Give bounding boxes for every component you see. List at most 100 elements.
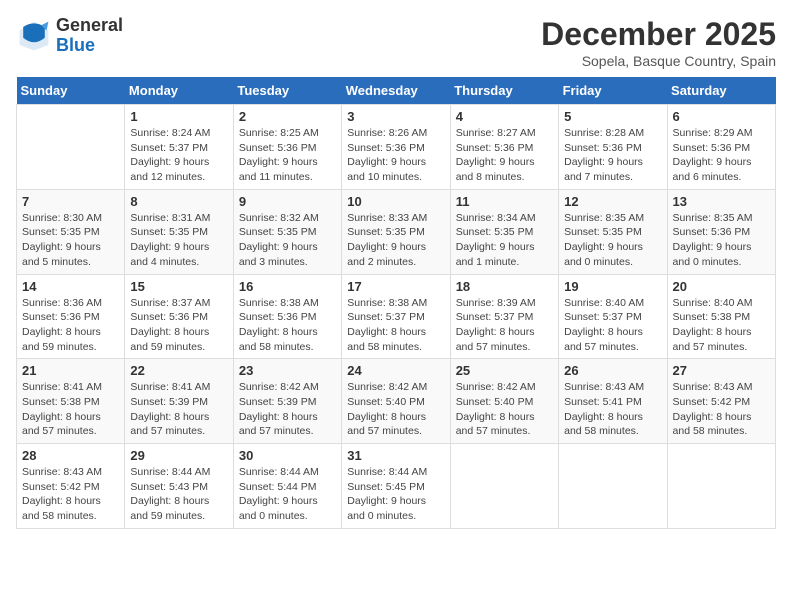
day-info: Sunrise: 8:39 AM Sunset: 5:37 PM Dayligh… [456,296,553,355]
day-number: 9 [239,194,336,209]
header-day-friday: Friday [559,77,667,105]
day-number: 11 [456,194,553,209]
day-info: Sunrise: 8:33 AM Sunset: 5:35 PM Dayligh… [347,211,444,270]
day-number: 25 [456,363,553,378]
day-info: Sunrise: 8:43 AM Sunset: 5:41 PM Dayligh… [564,380,661,439]
header-area: General Blue December 2025 Sopela, Basqu… [16,16,776,69]
calendar-cell: 19Sunrise: 8:40 AM Sunset: 5:37 PM Dayli… [559,274,667,359]
calendar-cell: 4Sunrise: 8:27 AM Sunset: 5:36 PM Daylig… [450,105,558,190]
calendar-cell: 17 Sunrise: 8:38 AM Sunset: 5:37 PM Dayli… [342,274,450,359]
day-info: Sunrise: 8:25 AM Sunset: 5:36 PM Dayligh… [239,126,336,185]
day-info: Sunrise: 8:35 AM Sunset: 5:36 PM Dayligh… [673,211,770,270]
day-number: 28 [22,448,119,463]
day-info: Sunrise: 8:44 AM Sunset: 5:43 PM Dayligh… [130,465,227,524]
calendar-cell: 6 Sunrise: 8:29 AM Sunset: 5:36 PM Daylig… [667,105,775,190]
day-info: Sunrise: 8:32 AM Sunset: 5:35 PM Dayligh… [239,211,336,270]
day-number: 13 [673,194,770,209]
day-info: Sunrise: 8:43 AM Sunset: 5:42 PM Dayligh… [22,465,119,524]
calendar-cell: 21 Sunrise: 8:41 AM Sunset: 5:38 PM Dayli… [17,359,125,444]
day-info: Sunrise: 8:37 AM Sunset: 5:36 PM Dayligh… [130,296,227,355]
calendar-cell: 10 Sunrise: 8:33 AM Sunset: 5:35 PM Dayli… [342,189,450,274]
day-number: 10 [347,194,444,209]
calendar-cell: 12 Sunrise: 8:35 AM Sunset: 5:35 PM Dayli… [559,189,667,274]
day-number: 18 [456,279,553,294]
day-number: 7 [22,194,119,209]
day-info: Sunrise: 8:38 AM Sunset: 5:37 PM Dayligh… [347,296,444,355]
week-row-1: 1Sunrise: 8:24 AM Sunset: 5:37 PM Daylig… [17,105,776,190]
calendar-cell: 29 Sunrise: 8:44 AM Sunset: 5:43 PM Dayli… [125,444,233,529]
header-row: SundayMondayTuesdayWednesdayThursdayFrid… [17,77,776,105]
week-row-5: 28 Sunrise: 8:43 AM Sunset: 5:42 PM Dayli… [17,444,776,529]
month-title: December 2025 [541,16,776,53]
day-number: 3 [347,109,444,124]
week-row-3: 14 Sunrise: 8:36 AM Sunset: 5:36 PM Dayli… [17,274,776,359]
calendar-cell [667,444,775,529]
calendar-cell [559,444,667,529]
day-number: 19 [564,279,661,294]
header-day-thursday: Thursday [450,77,558,105]
day-number: 12 [564,194,661,209]
day-info: Sunrise: 8:30 AM Sunset: 5:35 PM Dayligh… [22,211,119,270]
week-row-4: 21 Sunrise: 8:41 AM Sunset: 5:38 PM Dayli… [17,359,776,444]
day-info: Sunrise: 8:40 AM Sunset: 5:38 PM Dayligh… [673,296,770,355]
day-info: Sunrise: 8:31 AM Sunset: 5:35 PM Dayligh… [130,211,227,270]
calendar-cell: 16 Sunrise: 8:38 AM Sunset: 5:36 PM Dayli… [233,274,341,359]
day-number: 26 [564,363,661,378]
calendar-table: SundayMondayTuesdayWednesdayThursdayFrid… [16,77,776,529]
calendar-cell: 23Sunrise: 8:42 AM Sunset: 5:39 PM Dayli… [233,359,341,444]
logo-icon [16,18,52,54]
calendar-cell: 31 Sunrise: 8:44 AM Sunset: 5:45 PM Dayli… [342,444,450,529]
logo-text: General Blue [56,16,123,56]
day-info: Sunrise: 8:26 AM Sunset: 5:36 PM Dayligh… [347,126,444,185]
day-info: Sunrise: 8:41 AM Sunset: 5:39 PM Dayligh… [130,380,227,439]
calendar-cell: 27Sunrise: 8:43 AM Sunset: 5:42 PM Dayli… [667,359,775,444]
header-day-sunday: Sunday [17,77,125,105]
day-number: 1 [130,109,227,124]
day-number: 15 [130,279,227,294]
day-info: Sunrise: 8:29 AM Sunset: 5:36 PM Dayligh… [673,126,770,185]
day-info: Sunrise: 8:44 AM Sunset: 5:44 PM Dayligh… [239,465,336,524]
calendar-cell: 11Sunrise: 8:34 AM Sunset: 5:35 PM Dayli… [450,189,558,274]
calendar-cell: 18 Sunrise: 8:39 AM Sunset: 5:37 PM Dayli… [450,274,558,359]
day-number: 6 [673,109,770,124]
calendar-cell: 5 Sunrise: 8:28 AM Sunset: 5:36 PM Daylig… [559,105,667,190]
day-number: 20 [673,279,770,294]
day-number: 22 [130,363,227,378]
day-info: Sunrise: 8:27 AM Sunset: 5:36 PM Dayligh… [456,126,553,185]
day-info: Sunrise: 8:42 AM Sunset: 5:40 PM Dayligh… [347,380,444,439]
day-info: Sunrise: 8:41 AM Sunset: 5:38 PM Dayligh… [22,380,119,439]
calendar-cell: 8 Sunrise: 8:31 AM Sunset: 5:35 PM Daylig… [125,189,233,274]
header-day-monday: Monday [125,77,233,105]
calendar-cell: 25 Sunrise: 8:42 AM Sunset: 5:40 PM Dayli… [450,359,558,444]
day-number: 27 [673,363,770,378]
day-number: 14 [22,279,119,294]
day-info: Sunrise: 8:38 AM Sunset: 5:36 PM Dayligh… [239,296,336,355]
calendar-cell: 14 Sunrise: 8:36 AM Sunset: 5:36 PM Dayli… [17,274,125,359]
week-row-2: 7 Sunrise: 8:30 AM Sunset: 5:35 PM Daylig… [17,189,776,274]
day-info: Sunrise: 8:36 AM Sunset: 5:36 PM Dayligh… [22,296,119,355]
calendar-cell: 1Sunrise: 8:24 AM Sunset: 5:37 PM Daylig… [125,105,233,190]
day-info: Sunrise: 8:44 AM Sunset: 5:45 PM Dayligh… [347,465,444,524]
calendar-cell: 15 Sunrise: 8:37 AM Sunset: 5:36 PM Dayli… [125,274,233,359]
title-area: December 2025 Sopela, Basque Country, Sp… [541,16,776,69]
calendar-cell [450,444,558,529]
day-info: Sunrise: 8:28 AM Sunset: 5:36 PM Dayligh… [564,126,661,185]
day-number: 8 [130,194,227,209]
header-day-tuesday: Tuesday [233,77,341,105]
calendar-cell: 7 Sunrise: 8:30 AM Sunset: 5:35 PM Daylig… [17,189,125,274]
day-info: Sunrise: 8:42 AM Sunset: 5:40 PM Dayligh… [456,380,553,439]
day-number: 5 [564,109,661,124]
day-number: 31 [347,448,444,463]
calendar-cell: 22 Sunrise: 8:41 AM Sunset: 5:39 PM Dayli… [125,359,233,444]
day-info: Sunrise: 8:35 AM Sunset: 5:35 PM Dayligh… [564,211,661,270]
day-number: 17 [347,279,444,294]
calendar-cell: 30Sunrise: 8:44 AM Sunset: 5:44 PM Dayli… [233,444,341,529]
calendar-cell [17,105,125,190]
calendar-cell: 13 Sunrise: 8:35 AM Sunset: 5:36 PM Dayli… [667,189,775,274]
day-number: 16 [239,279,336,294]
logo: General Blue [16,16,123,56]
day-number: 29 [130,448,227,463]
day-number: 21 [22,363,119,378]
location: Sopela, Basque Country, Spain [541,53,776,69]
calendar-cell: 2Sunrise: 8:25 AM Sunset: 5:36 PM Daylig… [233,105,341,190]
